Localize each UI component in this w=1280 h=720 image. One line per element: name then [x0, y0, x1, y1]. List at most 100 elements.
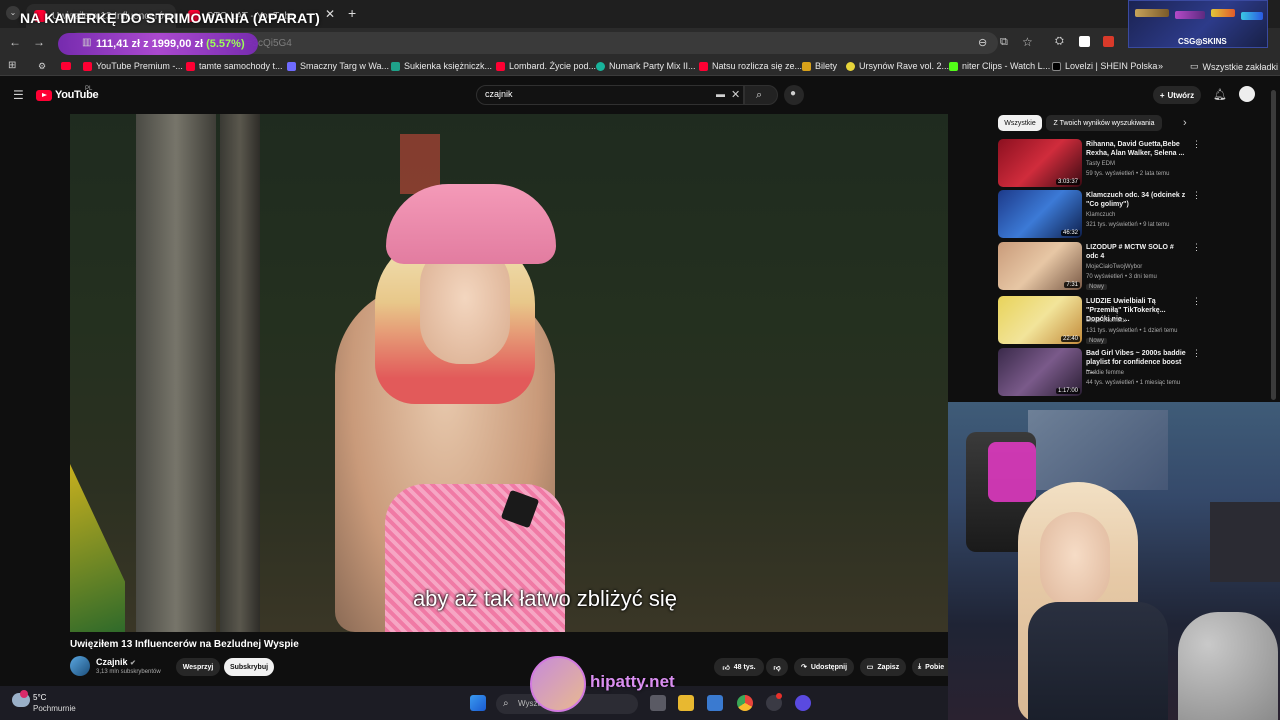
rec-thumbnail[interactable]: 3:03:37: [998, 139, 1082, 187]
bookmark-shein[interactable]: Lovelzi | SHEIN Polska: [1052, 61, 1157, 71]
page-info-icon[interactable]: ▥: [82, 37, 91, 48]
rec-thumbnail[interactable]: 1:17:00: [998, 348, 1082, 396]
more-options-icon[interactable]: ⋮: [1192, 348, 1201, 359]
rec-thumbnail[interactable]: 7:31: [998, 242, 1082, 290]
clear-search-icon[interactable]: ✕: [731, 88, 740, 101]
rec-channel[interactable]: Tasty EDM: [1086, 161, 1115, 167]
site-icon: [596, 61, 605, 71]
region-code: PL: [85, 86, 93, 92]
rec-meta: 321 tys. wyświetleń • 9 lat temu: [1086, 222, 1170, 228]
bookmark-youtube-premium[interactable]: YouTube Premium -...: [83, 61, 183, 71]
bookmark-numark[interactable]: Numark Party Mix II...: [596, 61, 696, 71]
app-purple-icon[interactable]: [795, 695, 811, 711]
rec-channel[interactable]: Klamczuch: [1086, 212, 1115, 218]
site-icon: [287, 61, 296, 71]
rec-channel[interactable]: MojeCiałoTwojWybor: [1086, 264, 1142, 270]
streamer-website: hipatty.net: [590, 672, 675, 691]
support-button[interactable]: Wesprzyj: [176, 658, 220, 676]
extension-icon[interactable]: ⛭: [1055, 35, 1064, 48]
chrome-icon[interactable]: [737, 695, 753, 711]
more-options-icon[interactable]: ⋮: [1192, 296, 1201, 307]
task-view-icon[interactable]: [650, 695, 666, 711]
site-icon: [391, 61, 400, 71]
create-label: Utwórz: [1167, 90, 1195, 100]
search-input[interactable]: [476, 85, 744, 105]
back-icon[interactable]: ←: [9, 35, 21, 49]
rec-thumbnail[interactable]: 46:32: [998, 190, 1082, 238]
download-label: Pobie: [925, 663, 945, 671]
rec-channel[interactable]: baddie femme: [1086, 370, 1124, 376]
more-options-icon[interactable]: ⋮: [1192, 190, 1201, 201]
cast-icon[interactable]: ⧉: [1000, 36, 1008, 49]
save-button[interactable]: ▭ Zapisz: [860, 658, 906, 676]
chip-from-search[interactable]: Z Twoich wyników wyszukiwania: [1046, 115, 1162, 131]
bookmark-bilety[interactable]: Bilety: [802, 61, 837, 71]
extension-red-icon[interactable]: [1103, 36, 1114, 47]
youtube-icon: [186, 61, 195, 71]
tab-search-icon[interactable]: ⌄: [6, 6, 20, 20]
create-button[interactable]: + Utwórz: [1153, 86, 1201, 104]
subscriber-count: 3,13 mln subskrybentów: [96, 669, 161, 675]
chip-all[interactable]: Wszystkie: [998, 115, 1042, 131]
streamer-avatar: [530, 656, 586, 712]
bookmark-label: YouTube Premium -...: [96, 61, 183, 71]
thumbs-down-icon: 👎︎: [773, 664, 781, 672]
monitor: [1210, 502, 1280, 582]
channel-avatar[interactable]: [70, 656, 90, 676]
account-avatar[interactable]: [1239, 86, 1255, 102]
bookmark-label: Sukienka księżniczk...: [404, 61, 493, 71]
rec-channel[interactable]: Świat Internetu: [1086, 318, 1126, 324]
bookmark-label: Lovelzi | SHEIN Polska: [1065, 61, 1158, 71]
chevron-right-icon[interactable]: ›: [1183, 117, 1187, 129]
bookmark-ursynow-rave[interactable]: Ursynów Rave vol. 2...: [846, 61, 949, 71]
settings-bookmark-icon[interactable]: ⚙: [38, 61, 46, 72]
bookmark-samochody[interactable]: tamte samochody t...: [186, 61, 283, 71]
search-value: czajnik: [485, 89, 513, 99]
more-bookmarks-button[interactable]: »: [1158, 61, 1163, 71]
chip-partial[interactable]: [1166, 115, 1174, 131]
keyboard-icon[interactable]: ▬: [716, 89, 725, 99]
download-button[interactable]: ⤓ Pobie: [912, 658, 948, 676]
notifications-bell-icon[interactable]: 🔔︎: [1213, 88, 1227, 101]
subscribe-button[interactable]: Subskrybuj: [224, 658, 274, 676]
rec-title[interactable]: LIZODUP # MCTW SOLO # odc 4: [1086, 243, 1186, 261]
more-options-icon[interactable]: ⋮: [1192, 139, 1201, 150]
tab-close-icon[interactable]: ✕: [325, 7, 335, 21]
windows-start-icon[interactable]: [470, 695, 486, 711]
rec-thumbnail[interactable]: 22:40: [998, 296, 1082, 344]
extension-k-icon[interactable]: [1079, 36, 1090, 47]
menu-icon[interactable]: ☰: [13, 88, 24, 102]
dislike-button[interactable]: 👎︎: [766, 658, 788, 676]
store-icon[interactable]: [707, 695, 723, 711]
rec-title[interactable]: Klamczuch odc. 34 (odcinek z "Co golimy"…: [1086, 191, 1186, 209]
bookmark-star-icon[interactable]: ☆: [1022, 35, 1033, 49]
notification-badge: [20, 690, 28, 698]
like-button[interactable]: 👍︎ 48 tys.: [714, 658, 764, 676]
zoom-icon[interactable]: ⊖: [978, 36, 987, 49]
forward-icon[interactable]: →: [33, 35, 45, 49]
bookmark-smaczny-targ[interactable]: Smaczny Targ w Wa...: [287, 61, 389, 71]
bookmark-natsu[interactable]: Natsu rozlicza się ze...: [699, 61, 802, 71]
folder-icon: ▭: [1190, 61, 1199, 71]
sponsor-label: CSG◎SKINS: [1178, 37, 1227, 46]
voice-search-button[interactable]: ●: [784, 85, 804, 105]
channel-name[interactable]: Czajnik ✔: [96, 657, 136, 667]
new-tab-button[interactable]: +: [348, 5, 356, 21]
rec-title[interactable]: Rihanna, David Guetta,Bebe Rexha, Alan W…: [1086, 140, 1186, 158]
page-scrollbar[interactable]: [1271, 90, 1276, 400]
site-icon: [846, 61, 855, 71]
video-player[interactable]: [70, 114, 948, 632]
more-options-icon[interactable]: ⋮: [1192, 242, 1201, 253]
file-explorer-icon[interactable]: [678, 695, 694, 711]
bookmark-kick-clips[interactable]: niter Clips - Watch L...: [949, 61, 1050, 71]
apps-grid-icon[interactable]: ⊞: [8, 60, 16, 71]
bookmark-label: Numark Party Mix II...: [609, 61, 696, 71]
youtube-icon: [496, 61, 505, 71]
bookmark-sukienka[interactable]: Sukienka księżniczk...: [391, 61, 492, 71]
all-bookmarks-button[interactable]: ▭ Wszystkie zakładki: [1190, 61, 1278, 72]
search-button[interactable]: ⌕: [744, 85, 778, 105]
channel-name-text: Czajnik: [96, 657, 128, 667]
share-button[interactable]: ↷ Udostępnij: [794, 658, 854, 676]
bookmark-lombard[interactable]: Lombard. Życie pod...: [496, 61, 596, 71]
youtube-bookmark-icon[interactable]: [61, 62, 71, 70]
